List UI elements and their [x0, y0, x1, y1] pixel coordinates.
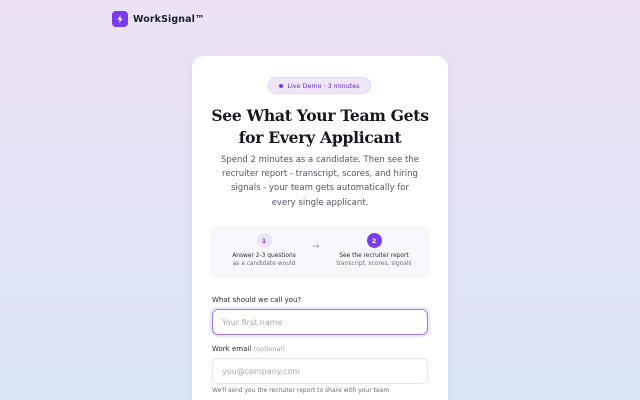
- lightning-bolt-icon: [112, 11, 128, 27]
- step-recruiter-report: 2 See the recruiter report transcript, s…: [334, 233, 414, 268]
- step-description: as a candidate would: [232, 261, 296, 267]
- step-title: See the recruiter report: [339, 253, 409, 259]
- step-number: 1: [256, 233, 272, 248]
- first-name-label: What should we call you?: [212, 296, 302, 304]
- step-title: Answer 2-3 questions: [232, 253, 296, 259]
- work-email-label-text: Work email: [212, 345, 252, 353]
- live-demo-badge: Live Demo · 3 minutes: [268, 77, 371, 94]
- page-title-line-2: for Every Applicant: [238, 128, 402, 147]
- subtitle-line-3: signals - your team gets automatically f…: [230, 183, 410, 194]
- work-email-input[interactable]: you@company.com: [212, 358, 428, 384]
- email-hint: We'll send you the recruiter report to s…: [212, 387, 390, 394]
- optional-tag: (optional): [253, 345, 285, 353]
- work-email-placeholder: you@company.com: [222, 366, 301, 376]
- demo-card: Live Demo · 3 minutes See What Your Team…: [192, 56, 448, 400]
- steps-panel: 1 Answer 2-3 questions as a candidate wo…: [210, 226, 430, 278]
- brand-name: WorkSignal™: [133, 13, 205, 25]
- page-subtitle: Spend 2 minutes as a candidate. Then see…: [208, 153, 432, 210]
- subtitle-line-1: Spend 2 minutes as a candidate. Then see…: [220, 155, 419, 165]
- step-number: 2: [366, 233, 382, 248]
- first-name-input[interactable]: Your first name: [212, 309, 428, 335]
- subtitle-line-4: every single applicant.: [271, 197, 369, 208]
- page-title: See What Your Team Gets for Every Applic…: [192, 105, 448, 149]
- work-email-label: Work email (optional): [212, 345, 285, 353]
- live-demo-badge-label: Live Demo · 3 minutes: [287, 81, 360, 90]
- first-name-placeholder: Your first name: [222, 317, 283, 327]
- brand[interactable]: WorkSignal™: [112, 11, 205, 27]
- step-answer-questions: 1 Answer 2-3 questions as a candidate wo…: [224, 233, 304, 268]
- arrow-right-icon: →: [312, 242, 320, 252]
- step-description: transcript, scores, signals: [336, 261, 412, 267]
- subtitle-line-2: recruiter report - transcript, scores, a…: [222, 169, 418, 180]
- page-title-line-1: See What Your Team Gets: [211, 106, 429, 125]
- live-dot-icon: [279, 83, 284, 88]
